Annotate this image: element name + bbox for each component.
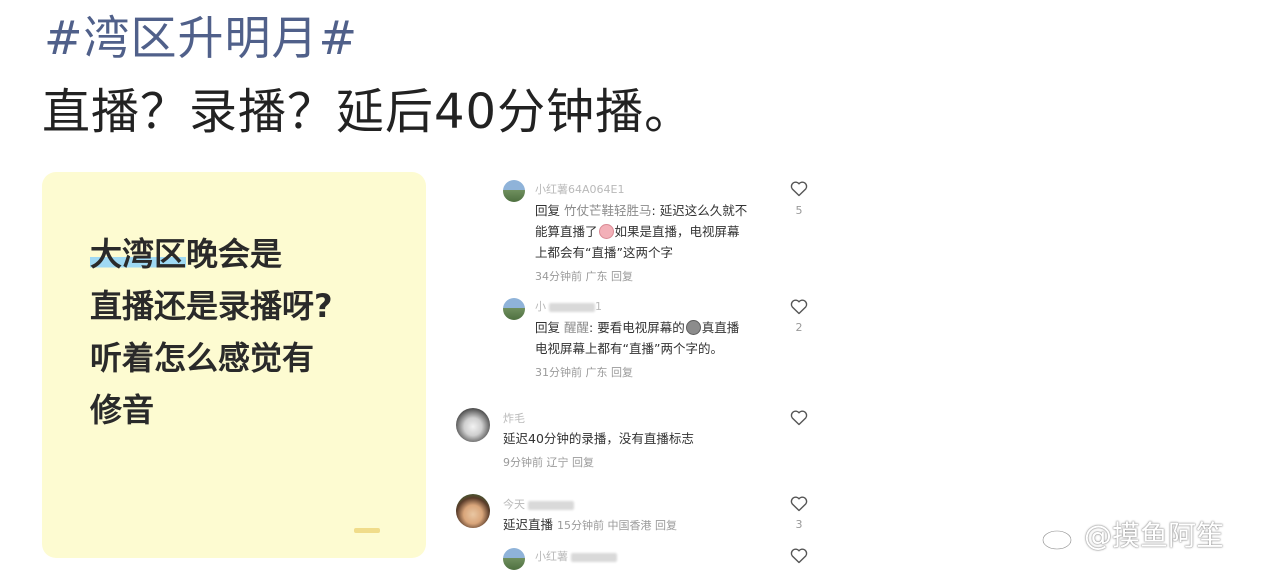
weibo-watermark: @摸鱼阿笙 <box>1040 516 1224 556</box>
card-text: 大湾区晚会是 直播还是录播呀? 听着怎么感觉有 修音 <box>90 228 333 436</box>
like-count: 5 <box>795 204 803 217</box>
comment-text-part: 上都会有“直播”这两个字 <box>535 245 673 260</box>
like-count: 3 <box>795 518 803 531</box>
comment-text-part: : 要看电视屏幕的 <box>589 320 685 335</box>
heart-icon[interactable] <box>790 299 808 315</box>
comment-text-part: : 延迟这么久就不 <box>651 203 748 218</box>
avatar[interactable] <box>503 298 525 320</box>
card-line2: 直播还是录播呀? <box>90 287 333 325</box>
username-visible-part: 今天 <box>503 498 525 511</box>
heart-icon[interactable] <box>790 181 808 197</box>
avatar[interactable] <box>456 494 490 528</box>
comment-username[interactable]: 今天 <box>503 496 574 512</box>
comment-text-part: 真直播 <box>701 320 740 335</box>
watermark-text: @摸鱼阿笙 <box>1084 519 1225 552</box>
comment-meta: 34分钟前 广东 回复 <box>535 270 633 283</box>
face-emoji-icon <box>685 320 701 335</box>
comment-username[interactable]: 小红薯 <box>535 548 617 564</box>
like-count: 2 <box>795 321 803 334</box>
comment-text: 回复 醒醒: 要看电视屏幕的 真直播 电视屏幕上都有“直播”两个字的。 <box>535 317 739 359</box>
weibo-logo-icon <box>1040 521 1080 551</box>
reply-label: 回复 <box>535 320 561 335</box>
comment-text: 延迟直播 15分钟前 中国香港 回复 <box>503 514 677 536</box>
avatar[interactable] <box>503 180 525 202</box>
heart-icon[interactable] <box>790 496 808 512</box>
comment-text-part: 延迟40分钟的录播，没有直播标志 <box>503 431 694 446</box>
comment-text-part: 延迟直播 <box>503 517 554 532</box>
card-corner-mark <box>354 528 380 533</box>
hashtag-link[interactable]: #湾区升明月# <box>44 8 358 68</box>
comment-meta: 15分钟前 中国香港 回复 <box>557 519 677 532</box>
comment-text: 回复 竹仗芒鞋轻胜马: 延迟这么久就不 能算直播了 如果是直播，电视屏幕 上都会有… <box>535 200 747 263</box>
avatar[interactable] <box>503 548 525 570</box>
comment-username[interactable]: 炸毛 <box>503 410 525 426</box>
comment-text-part: 电视屏幕上都有“直播”两个字的。 <box>535 341 723 356</box>
comment-meta: 31分钟前 广东 回复 <box>535 366 633 379</box>
card-highlight-text: 大湾区 <box>90 235 187 273</box>
blurred-username <box>571 552 617 562</box>
reply-to-user[interactable]: 醒醒 <box>564 320 589 335</box>
comment-text-part: 能算直播了 <box>535 224 598 239</box>
card-line1: 晚会是 <box>186 235 283 273</box>
post-headline: 直播？录播？延后40分钟播。 <box>42 84 694 140</box>
reply-label: 回复 <box>535 203 561 218</box>
username-visible-tail: 1 <box>595 300 602 313</box>
comment-meta: 9分钟前 辽宁 回复 <box>503 456 594 469</box>
comment-text-part: 如果是直播，电视屏幕 <box>614 224 740 239</box>
heart-icon[interactable] <box>790 548 808 564</box>
username-visible-part: 小红薯 <box>535 550 568 563</box>
card-line3: 听着怎么感觉有 <box>90 339 315 377</box>
reply-to-user[interactable]: 竹仗芒鞋轻胜马 <box>564 203 652 218</box>
username-visible-part: 小 <box>535 300 546 313</box>
heart-icon[interactable] <box>790 410 808 426</box>
comment-username[interactable]: 小1 <box>535 298 602 314</box>
question-card-image: 大湾区晚会是 直播还是录播呀? 听着怎么感觉有 修音 <box>42 172 426 558</box>
blurred-username <box>528 500 574 510</box>
avatar[interactable] <box>456 408 490 442</box>
blurred-username <box>549 302 595 312</box>
comment-text: 延迟40分钟的录播，没有直播标志 <box>503 428 694 449</box>
pig-emoji-icon <box>598 224 614 239</box>
card-line4: 修音 <box>90 391 155 429</box>
comment-username[interactable]: 小红薯64A064E1 <box>535 181 624 197</box>
